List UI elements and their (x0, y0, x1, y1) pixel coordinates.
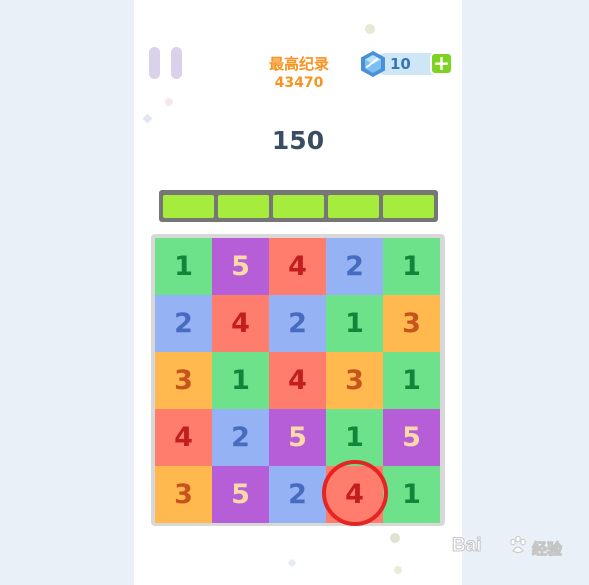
tile[interactable]: 4 (269, 352, 326, 409)
pause-button[interactable] (149, 47, 183, 79)
tile[interactable]: 2 (326, 238, 383, 295)
decor-dot (365, 24, 375, 34)
tile[interactable]: 2 (269, 295, 326, 352)
tile[interactable]: 1 (383, 238, 440, 295)
pause-icon-bar (171, 47, 182, 79)
progress-segment (328, 195, 379, 218)
tile[interactable]: 1 (155, 238, 212, 295)
decor-star (142, 113, 153, 124)
watermark-brand-right: 经验 (531, 541, 563, 559)
watermark-brand-left: Bai (452, 535, 483, 557)
tile[interactable]: 5 (383, 409, 440, 466)
progress-bar (159, 190, 438, 222)
baidu-watermark: Bai 经验 (448, 531, 580, 561)
game-board: 1 5 4 2 1 2 4 2 1 3 3 1 4 3 1 4 2 5 1 5 … (151, 234, 445, 526)
tile[interactable]: 1 (326, 295, 383, 352)
best-score-value: 43470 (274, 75, 324, 91)
tile[interactable]: 4 (155, 409, 212, 466)
tile[interactable]: 2 (155, 295, 212, 352)
tile[interactable]: 5 (212, 466, 269, 523)
best-score-label: 最高纪录 (268, 55, 329, 73)
tile[interactable]: 2 (212, 409, 269, 466)
tile[interactable]: 1 (326, 409, 383, 466)
tile[interactable]: 3 (155, 466, 212, 523)
tile[interactable]: 3 (155, 352, 212, 409)
add-gems-button[interactable]: + (430, 52, 453, 75)
baidu-paw-icon (510, 535, 526, 553)
progress-segment (383, 195, 434, 218)
current-score: 150 (271, 126, 325, 155)
tile[interactable]: 4 (269, 238, 326, 295)
decor-dot (394, 566, 402, 574)
tile[interactable]: 4 (212, 295, 269, 352)
gem-counter: 10 + (360, 50, 454, 78)
tile[interactable]: 3 (326, 352, 383, 409)
best-score: 最高纪录 43470 (244, 55, 354, 91)
decor-star (287, 558, 297, 568)
tile[interactable]: 1 (212, 352, 269, 409)
progress-segment (218, 195, 269, 218)
tile[interactable]: 5 (212, 238, 269, 295)
pause-icon (149, 47, 160, 79)
tile[interactable]: 2 (269, 466, 326, 523)
progress-segment (273, 195, 324, 218)
tile[interactable]: 1 (383, 466, 440, 523)
gem-count: 10 (390, 55, 411, 73)
progress-segment (163, 195, 214, 218)
decor-dot (165, 98, 173, 106)
highlight-ring (322, 460, 388, 526)
tile[interactable]: 1 (383, 352, 440, 409)
decor-dot (390, 533, 400, 543)
tile[interactable]: 5 (269, 409, 326, 466)
game-screen: 最高纪录 43470 10 + 150 1 5 4 2 1 2 4 2 1 3 … (134, 0, 462, 585)
blue-gem-icon (361, 51, 385, 77)
tile[interactable]: 3 (383, 295, 440, 352)
